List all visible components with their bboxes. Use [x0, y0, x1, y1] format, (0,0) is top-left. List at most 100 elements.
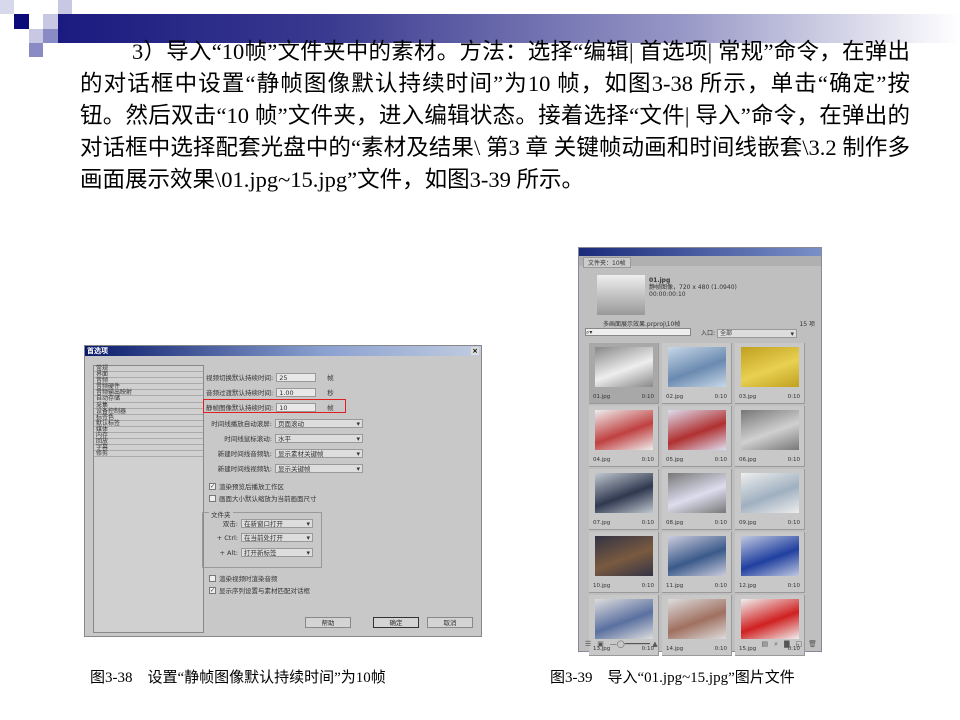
find-icon[interactable]: ⌕: [774, 640, 778, 649]
media-item[interactable]: 12.jpg 0:10: [735, 532, 805, 593]
thumbnail-image: [741, 473, 799, 513]
tab-folder[interactable]: 文件夹：10帧: [583, 257, 631, 268]
item-name: 11.jpg: [666, 583, 684, 589]
item-duration: 0:10: [714, 583, 727, 589]
thumbnail-image: [595, 536, 653, 576]
dialog-titlebar: 首选项 ×: [85, 346, 481, 356]
item-duration: 0:10: [787, 394, 800, 400]
select-label: 时间线播放自动滚屏:: [211, 420, 272, 428]
list-view-icon[interactable]: ☰: [585, 640, 591, 649]
checkbox[interactable]: ✓: [209, 482, 216, 490]
caption-fig-3-38: 图3-38 设置“静帧图像默认持续时间”为10帧: [90, 670, 386, 686]
entry-row: 入口: 全部: [701, 328, 797, 338]
cancel-button[interactable]: 取消: [427, 617, 473, 628]
media-item[interactable]: 08.jpg 0:10: [662, 469, 732, 530]
category-list[interactable]: 常规 界面 音频 音频硬件 音频输出映射 自动存储 采集 设备控制器 标签色 默认标签 媒体 内存 回放…: [93, 365, 204, 633]
field-input[interactable]: 1.00: [276, 387, 317, 397]
select-dropdown[interactable]: 显示素材关键帧: [275, 448, 363, 458]
entry-select[interactable]: 全部: [716, 329, 797, 338]
checkbox-row[interactable]: 渲染视频时渲染音频: [209, 573, 278, 583]
item-name: 10.jpg: [593, 583, 611, 589]
select-label: 时间线鼠标滚动:: [224, 435, 272, 443]
checkbox-label: 显示序列设置与素材匹配对话框: [219, 587, 310, 595]
thumbnail-image: [668, 473, 726, 513]
decor-square: [58, 0, 72, 14]
item-name: 09.jpg: [739, 520, 757, 526]
media-item[interactable]: 02.jpg 0:10: [662, 343, 732, 404]
field-label: 视频切换默认持续时间:: [206, 374, 274, 382]
preview-info-block: 01.jpg 静帧图像，720 x 480 (1.0940) 00:00:00:…: [649, 277, 737, 298]
checkbox[interactable]: ✓: [209, 586, 216, 594]
media-item[interactable]: 03.jpg 0:10: [735, 343, 805, 404]
field-label: 音频过渡默认持续时间:: [206, 389, 274, 397]
zoom-slider[interactable]: —◯━━━━━━ ▲: [610, 640, 658, 649]
thumbnail-image: [595, 347, 653, 387]
entry-label: 入口:: [701, 330, 716, 337]
folder-group: 文件夹: [202, 509, 322, 568]
thumbnail-image: [741, 536, 799, 576]
media-item[interactable]: 07.jpg 0:10: [589, 469, 659, 530]
item-name: 02.jpg: [666, 394, 684, 400]
item-duration: 0:10: [714, 520, 727, 526]
item-name: 04.jpg: [593, 457, 611, 463]
panel-footer: ☰ ▣ —◯━━━━━━ ▲ ▤ ⌕ ▇ ◱ 🗑: [585, 640, 817, 649]
decor-square: [43, 14, 58, 29]
close-icon[interactable]: ×: [471, 347, 479, 355]
preview-info: 静帧图像，720 x 480 (1.0940): [649, 284, 737, 291]
item-duration: 0:10: [714, 457, 727, 463]
folder-icon[interactable]: ▇: [784, 640, 789, 649]
select-dropdown[interactable]: 页面滚动: [275, 418, 363, 428]
select-dropdown[interactable]: 显示关键帧: [275, 463, 363, 473]
help-button[interactable]: 帮助: [305, 617, 351, 628]
media-item[interactable]: 04.jpg 0:10: [589, 406, 659, 467]
decor-square: [29, 29, 43, 43]
search-input[interactable]: ⌕▾: [585, 328, 691, 336]
bin-icon[interactable]: ▤: [762, 640, 769, 649]
item-name: 12.jpg: [739, 583, 757, 589]
select-label: 新建时间线视频轨:: [217, 465, 272, 473]
item-duration: 0:10: [714, 394, 727, 400]
thumbnail-image: [668, 410, 726, 450]
checkbox-row[interactable]: 画面大小默认缩放为当前画面尺寸: [209, 493, 317, 503]
trash-icon[interactable]: 🗑: [808, 640, 817, 649]
item-name: 05.jpg: [666, 457, 684, 463]
ok-button[interactable]: 确定: [373, 617, 419, 628]
select-row: 时间线播放自动滚屏: 页面滚动: [211, 418, 363, 428]
thumbnail-image: [741, 410, 799, 450]
highlight-box: [203, 399, 346, 413]
media-item[interactable]: 05.jpg 0:10: [662, 406, 732, 467]
decor-square: [43, 29, 58, 43]
field-input[interactable]: 25: [276, 372, 317, 382]
media-item[interactable]: 06.jpg 0:10: [735, 406, 805, 467]
media-item[interactable]: 09.jpg 0:10: [735, 469, 805, 530]
thumbnail-image: [668, 599, 726, 639]
checkbox-row[interactable]: ✓ 渲染预览后播放工作区: [209, 481, 284, 491]
item-duration: 0:10: [641, 520, 654, 526]
checkbox-label: 渲染视频时渲染音频: [219, 575, 278, 583]
checkbox-row[interactable]: ✓ 显示序列设置与素材匹配对话框: [209, 585, 310, 595]
item-name: 03.jpg: [739, 394, 757, 400]
media-item[interactable]: 01.jpg 0:10: [589, 343, 659, 404]
select-label: 新建时间线音频轨:: [217, 450, 272, 458]
dialog-title: 首选项: [87, 347, 108, 355]
select-dropdown[interactable]: 水平: [275, 433, 363, 443]
media-item[interactable]: 11.jpg 0:10: [662, 532, 732, 593]
checkbox[interactable]: [209, 574, 216, 582]
item-name: 08.jpg: [666, 520, 684, 526]
thumbnail-image: [668, 536, 726, 576]
thumbnail-image: [668, 347, 726, 387]
item-duration: 0:10: [641, 583, 654, 589]
preferences-dialog: 首选项 × 常规 界面 音频 音频硬件 音频输出映射 自动存储 采集 设备控制器 标签色 默认标签媒…: [84, 345, 482, 637]
preview-time: 00:00:00:10: [649, 291, 686, 298]
media-item[interactable]: 10.jpg 0:10: [589, 532, 659, 593]
item-duration: 0:10: [787, 583, 800, 589]
checkbox[interactable]: [209, 494, 216, 502]
project-path: 多画面展示效果.prproj\10帧: [603, 321, 681, 328]
category-item[interactable]: 修剪: [94, 451, 203, 458]
decor-square: [29, 43, 43, 57]
project-panel: 文件夹：10帧 01.jpg 静帧图像，720 x 480 (1.0940) 0…: [578, 247, 822, 656]
thumbnail-image: [595, 599, 653, 639]
new-item-icon[interactable]: ◱: [795, 640, 802, 649]
select-row: 时间线鼠标滚动: 水平: [224, 433, 363, 443]
icon-view-icon[interactable]: ▣: [597, 640, 604, 649]
